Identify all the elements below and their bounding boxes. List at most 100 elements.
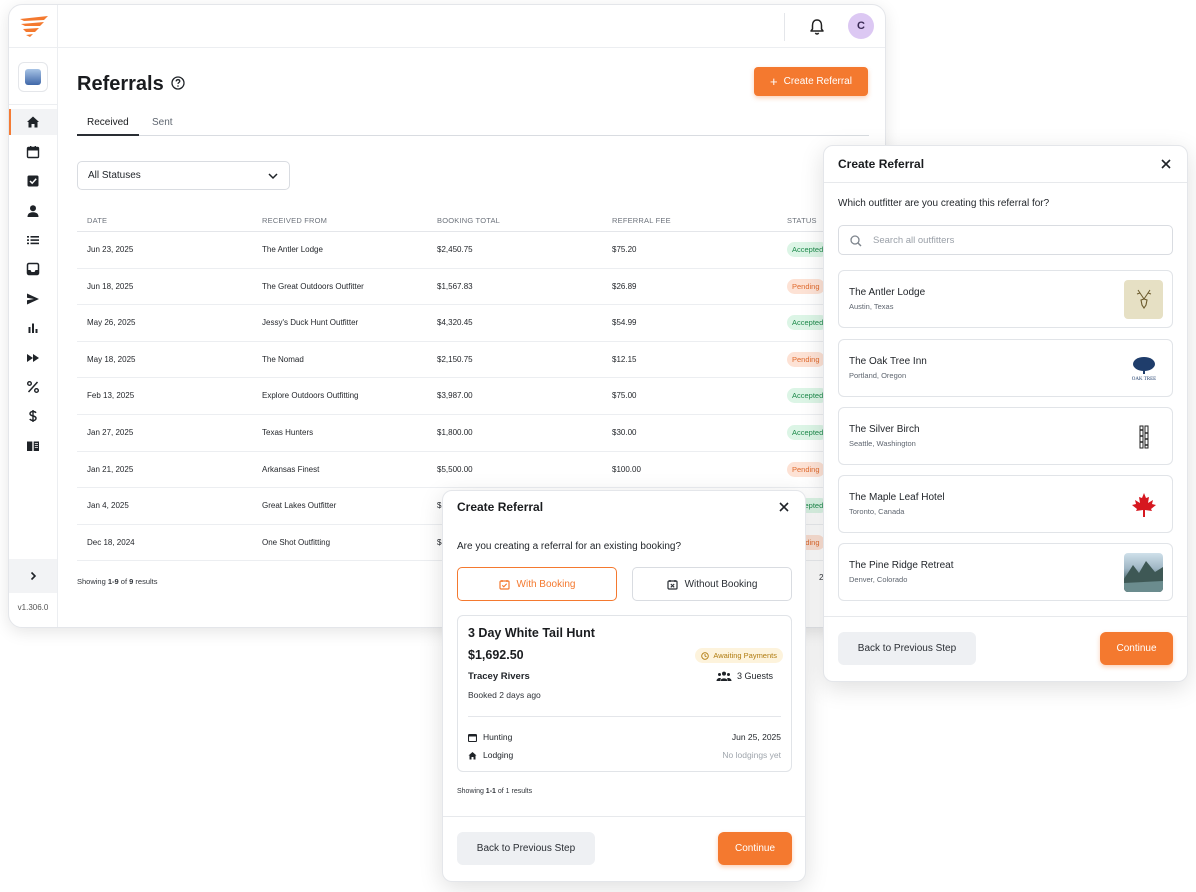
outfitter-name: The Maple Leaf Hotel: [849, 492, 945, 503]
sidebar-item-send[interactable]: [9, 286, 57, 312]
table-row[interactable]: Jan 27, 2025 Texas Hunters $1,800.00 $30…: [77, 415, 869, 452]
chart-icon: [28, 323, 38, 333]
cell-booking-total: $4,320.45: [437, 318, 473, 328]
cell-date: May 18, 2025: [87, 354, 136, 364]
sidebar-item-guide[interactable]: [9, 433, 57, 459]
close-icon[interactable]: [778, 501, 790, 513]
deer-logo-icon: [1124, 280, 1163, 319]
sidebar-item-payments[interactable]: [9, 403, 57, 429]
cell-referral-fee: $75.00: [612, 391, 637, 401]
table-header: DATE RECEIVED FROM BOOKING TOTAL REFERRA…: [77, 208, 869, 232]
table-row[interactable]: May 18, 2025 The Nomad $2,150.75 $12.15 …: [77, 342, 869, 379]
outfitter-card[interactable]: The Antler Lodge Austin, Texas: [838, 270, 1173, 328]
topbar-divider: [57, 5, 58, 48]
table-row[interactable]: Jan 21, 2025 Arkansas Finest $5,500.00 $…: [77, 452, 869, 489]
person-icon: [27, 205, 39, 217]
close-icon[interactable]: [1160, 158, 1172, 170]
with-booking-option[interactable]: With Booking: [457, 567, 617, 601]
outfitter-card[interactable]: The Maple Leaf Hotel Toronto, Canada: [838, 475, 1173, 533]
cell-date: Dec 18, 2024: [87, 537, 135, 547]
oak-tree-logo-text: OAK TREE: [1131, 377, 1156, 382]
tab-sent[interactable]: Sent: [152, 115, 173, 136]
sidebar-item-people[interactable]: [9, 198, 57, 224]
search-icon: [850, 235, 862, 247]
outfitter-card[interactable]: The Oak Tree Inn Portland, Oregon OAK TR…: [838, 339, 1173, 397]
help-icon[interactable]: [171, 76, 185, 90]
tab-received[interactable]: Received: [77, 115, 139, 136]
lodging-value: No lodgings yet: [722, 750, 781, 760]
sidebar-item-calendar[interactable]: [9, 139, 57, 165]
outfitter-name: The Silver Birch: [849, 424, 920, 435]
results-summary: Showing 1-9 of 9 results: [77, 577, 158, 586]
booked-time: Booked 2 days ago: [468, 690, 541, 700]
oak-tree-logo-icon: OAK TREE: [1124, 349, 1163, 388]
column-header-received-from[interactable]: RECEIVED FROM: [262, 216, 327, 225]
cell-booking-total: $5,500.00: [437, 464, 473, 474]
user-profile-button[interactable]: [18, 62, 48, 92]
modal-title: Create Referral: [457, 500, 544, 514]
sidebar-item-forward[interactable]: [9, 345, 57, 371]
sidebar-item-inbox[interactable]: [9, 256, 57, 282]
continue-button[interactable]: Continue: [1100, 632, 1173, 665]
sidebar-item-list[interactable]: [9, 227, 57, 253]
lodging-label: Lodging: [483, 750, 514, 760]
user-photo: [25, 69, 41, 85]
sidebar-expand-button[interactable]: [9, 559, 57, 593]
list-icon: [27, 236, 39, 245]
table-row[interactable]: Jun 23, 2025 The Antler Lodge $2,450.75 …: [77, 232, 869, 269]
column-header-referral-fee[interactable]: REFERRAL FEE: [612, 216, 671, 225]
status-filter-select[interactable]: All Statuses: [77, 161, 290, 190]
table-row[interactable]: May 26, 2025 Jessy's Duck Hunt Outfitter…: [77, 305, 869, 342]
guest-count: 3 Guests: [716, 671, 773, 681]
home-icon: [468, 751, 477, 759]
booking-status-label: Awaiting Payments: [713, 651, 777, 660]
outfitter-card[interactable]: The Pine Ridge Retreat Denver, Colorado: [838, 543, 1173, 601]
continue-button[interactable]: Continue: [718, 832, 792, 865]
column-header-booking-total[interactable]: BOOKING TOTAL: [437, 216, 500, 225]
sidebar-item-tasks[interactable]: [9, 168, 57, 194]
outfitter-location: Denver, Colorado: [849, 575, 908, 584]
results-mid: of: [495, 788, 506, 795]
avatar[interactable]: C: [848, 13, 874, 39]
outfitter-search-input[interactable]: Search all outfitters: [838, 225, 1173, 255]
results-mid: of: [118, 577, 130, 586]
guest-count-label: 3 Guests: [736, 671, 773, 681]
percent-icon: [27, 381, 39, 393]
cell-received-from: Explore Outdoors Outfitting: [262, 391, 359, 401]
booking-card[interactable]: 3 Day White Tail Hunt $1,692.50 Awaiting…: [457, 615, 792, 772]
brand-logo-icon[interactable]: [18, 14, 50, 38]
table-row[interactable]: Jun 18, 2025 The Great Outdoors Outfitte…: [77, 269, 869, 306]
create-referral-button[interactable]: + Create Referral: [754, 67, 868, 96]
cell-booking-total: $1,567.83: [437, 281, 473, 291]
cell-date: Feb 13, 2025: [87, 391, 135, 401]
outfitter-name: The Antler Lodge: [849, 287, 926, 298]
status-badge: Pending: [787, 278, 825, 294]
calendar-icon: [468, 733, 477, 742]
checkbox-icon: [27, 175, 39, 187]
outfitter-card[interactable]: The Silver Birch Seattle, Washington: [838, 407, 1173, 465]
back-button[interactable]: Back to Previous Step: [457, 832, 595, 865]
cell-date: Jun 23, 2025: [87, 245, 134, 254]
sidebar-item-discounts[interactable]: [9, 374, 57, 400]
back-button[interactable]: Back to Previous Step: [838, 632, 976, 665]
sidebar-item-reports[interactable]: [9, 315, 57, 341]
chevron-right-icon: [30, 571, 37, 581]
book-icon: [27, 441, 39, 451]
table-row[interactable]: Feb 13, 2025 Explore Outdoors Outfitting…: [77, 378, 869, 415]
results-prefix: Showing: [457, 788, 486, 795]
outfitter-name: The Pine Ridge Retreat: [849, 560, 954, 571]
bell-icon[interactable]: [807, 17, 827, 37]
outfitter-modal: Create Referral Which outfitter are you …: [823, 145, 1188, 682]
cell-received-from: Jessy's Duck Hunt Outfitter: [262, 318, 359, 328]
inbox-icon: [26, 262, 40, 276]
column-header-date[interactable]: DATE: [87, 216, 107, 225]
cell-referral-fee: $12.15: [612, 354, 637, 364]
app-version: v1.306.0: [17, 603, 49, 612]
calendar-check-icon: [498, 579, 510, 590]
outfitter-location: Austin, Texas: [849, 302, 894, 311]
cell-date: Jan 4, 2025: [87, 501, 129, 511]
column-header-status[interactable]: STATUS: [787, 216, 817, 225]
sidebar-item-home[interactable]: [9, 109, 57, 135]
without-booking-option[interactable]: Without Booking: [632, 567, 792, 601]
sidebar: v1.306.0: [9, 48, 58, 627]
